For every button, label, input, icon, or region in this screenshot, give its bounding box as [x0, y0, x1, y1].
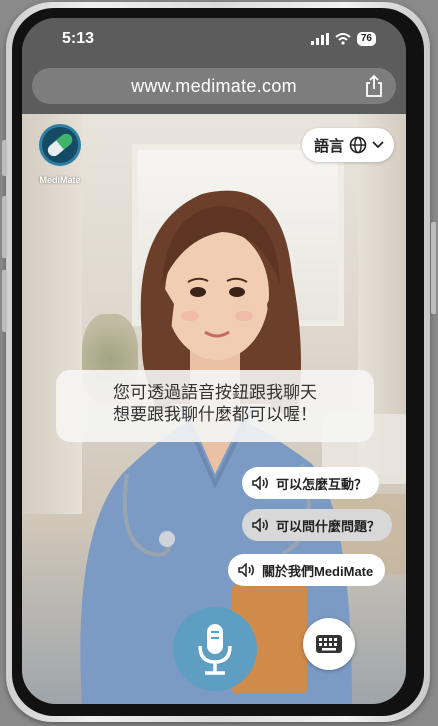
- medimate-logo[interactable]: MediMate: [36, 122, 84, 185]
- greeting-bubble: 您可透過語音按鈕跟我聊天 想要跟我聊什麼都可以喔！: [56, 370, 374, 442]
- suggestion-chip-interaction[interactable]: 可以怎麼互動？: [242, 467, 380, 499]
- battery-indicator: 76: [356, 32, 376, 46]
- capsule-logo-icon: [39, 124, 81, 166]
- language-label: 語言: [313, 137, 344, 155]
- volume-down-button: [2, 270, 7, 332]
- chevron-down-icon: [372, 141, 384, 149]
- volume-up-button: [2, 196, 7, 258]
- speaker-icon: [252, 518, 268, 532]
- logo-text: MediMate: [39, 175, 81, 185]
- status-icons: 76: [310, 32, 376, 46]
- browser-bar: www.medimate.com: [22, 62, 406, 114]
- language-button[interactable]: 語言: [301, 128, 394, 162]
- status-bar: 5:13 76: [22, 18, 406, 62]
- suggestion-label: 關於我們MediMate: [262, 563, 374, 579]
- share-icon[interactable]: [364, 74, 384, 98]
- globe-icon: [349, 136, 367, 154]
- greeting-line-2: 想要跟我聊什麼都可以喔！: [113, 405, 317, 424]
- status-time: 5:13: [62, 30, 95, 47]
- wifi-icon: [335, 33, 351, 45]
- url-text: www.medimate.com: [131, 76, 297, 96]
- voice-record-button[interactable]: [173, 607, 257, 691]
- address-bar[interactable]: www.medimate.com: [32, 68, 396, 104]
- keyboard-button[interactable]: [303, 618, 355, 670]
- speaker-icon: [238, 563, 254, 577]
- speaker-icon: [252, 476, 268, 490]
- phone-screen: 5:13 76 www.medimate.com MediMate 語言 您可透…: [22, 18, 406, 704]
- suggestion-label: 可以怎麼互動？: [276, 476, 368, 492]
- avatar-scene: MediMate 語言 您可透過語音按鈕跟我聊天 想要跟我聊什麼都可以喔！ 可以…: [22, 114, 406, 704]
- microphone-icon: [198, 624, 232, 675]
- power-button: [431, 222, 436, 314]
- mute-switch: [2, 140, 7, 176]
- signal-icon: [310, 33, 329, 45]
- greeting-line-1: 您可透過語音按鈕跟我聊天: [113, 383, 317, 402]
- suggestion-chip-about[interactable]: 關於我們MediMate: [228, 554, 386, 586]
- suggestion-chip-questions[interactable]: 可以問什麼問題？: [242, 509, 393, 541]
- suggestion-label: 可以問什麼問題？: [276, 518, 381, 534]
- keyboard-icon: [316, 635, 342, 653]
